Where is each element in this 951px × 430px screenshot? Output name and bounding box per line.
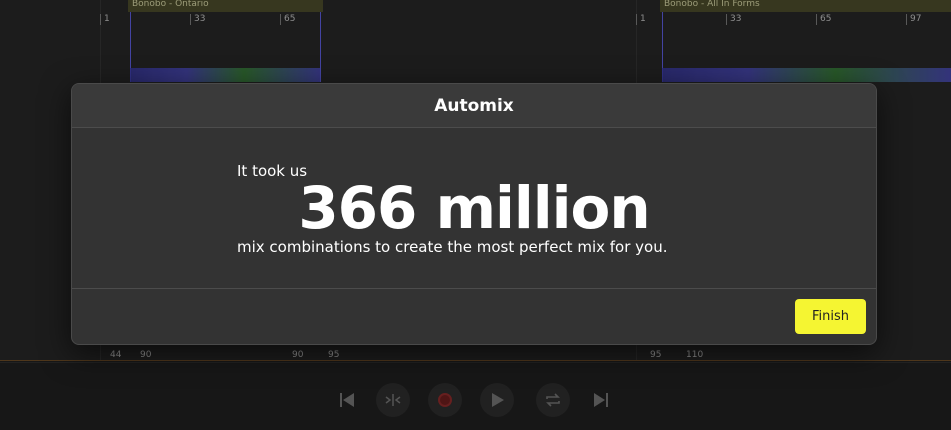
- description-text: mix combinations to create the most perf…: [237, 238, 668, 256]
- dialog-header: Automix: [72, 84, 876, 128]
- automix-dialog: Automix It took us 366 million mix combi…: [71, 83, 877, 345]
- headline-number: 366 million: [298, 174, 650, 242]
- dialog-body: It took us 366 million mix combinations …: [72, 128, 876, 289]
- dialog-title: Automix: [434, 95, 514, 116]
- dialog-footer: Finish: [72, 289, 876, 344]
- finish-button[interactable]: Finish: [795, 299, 866, 334]
